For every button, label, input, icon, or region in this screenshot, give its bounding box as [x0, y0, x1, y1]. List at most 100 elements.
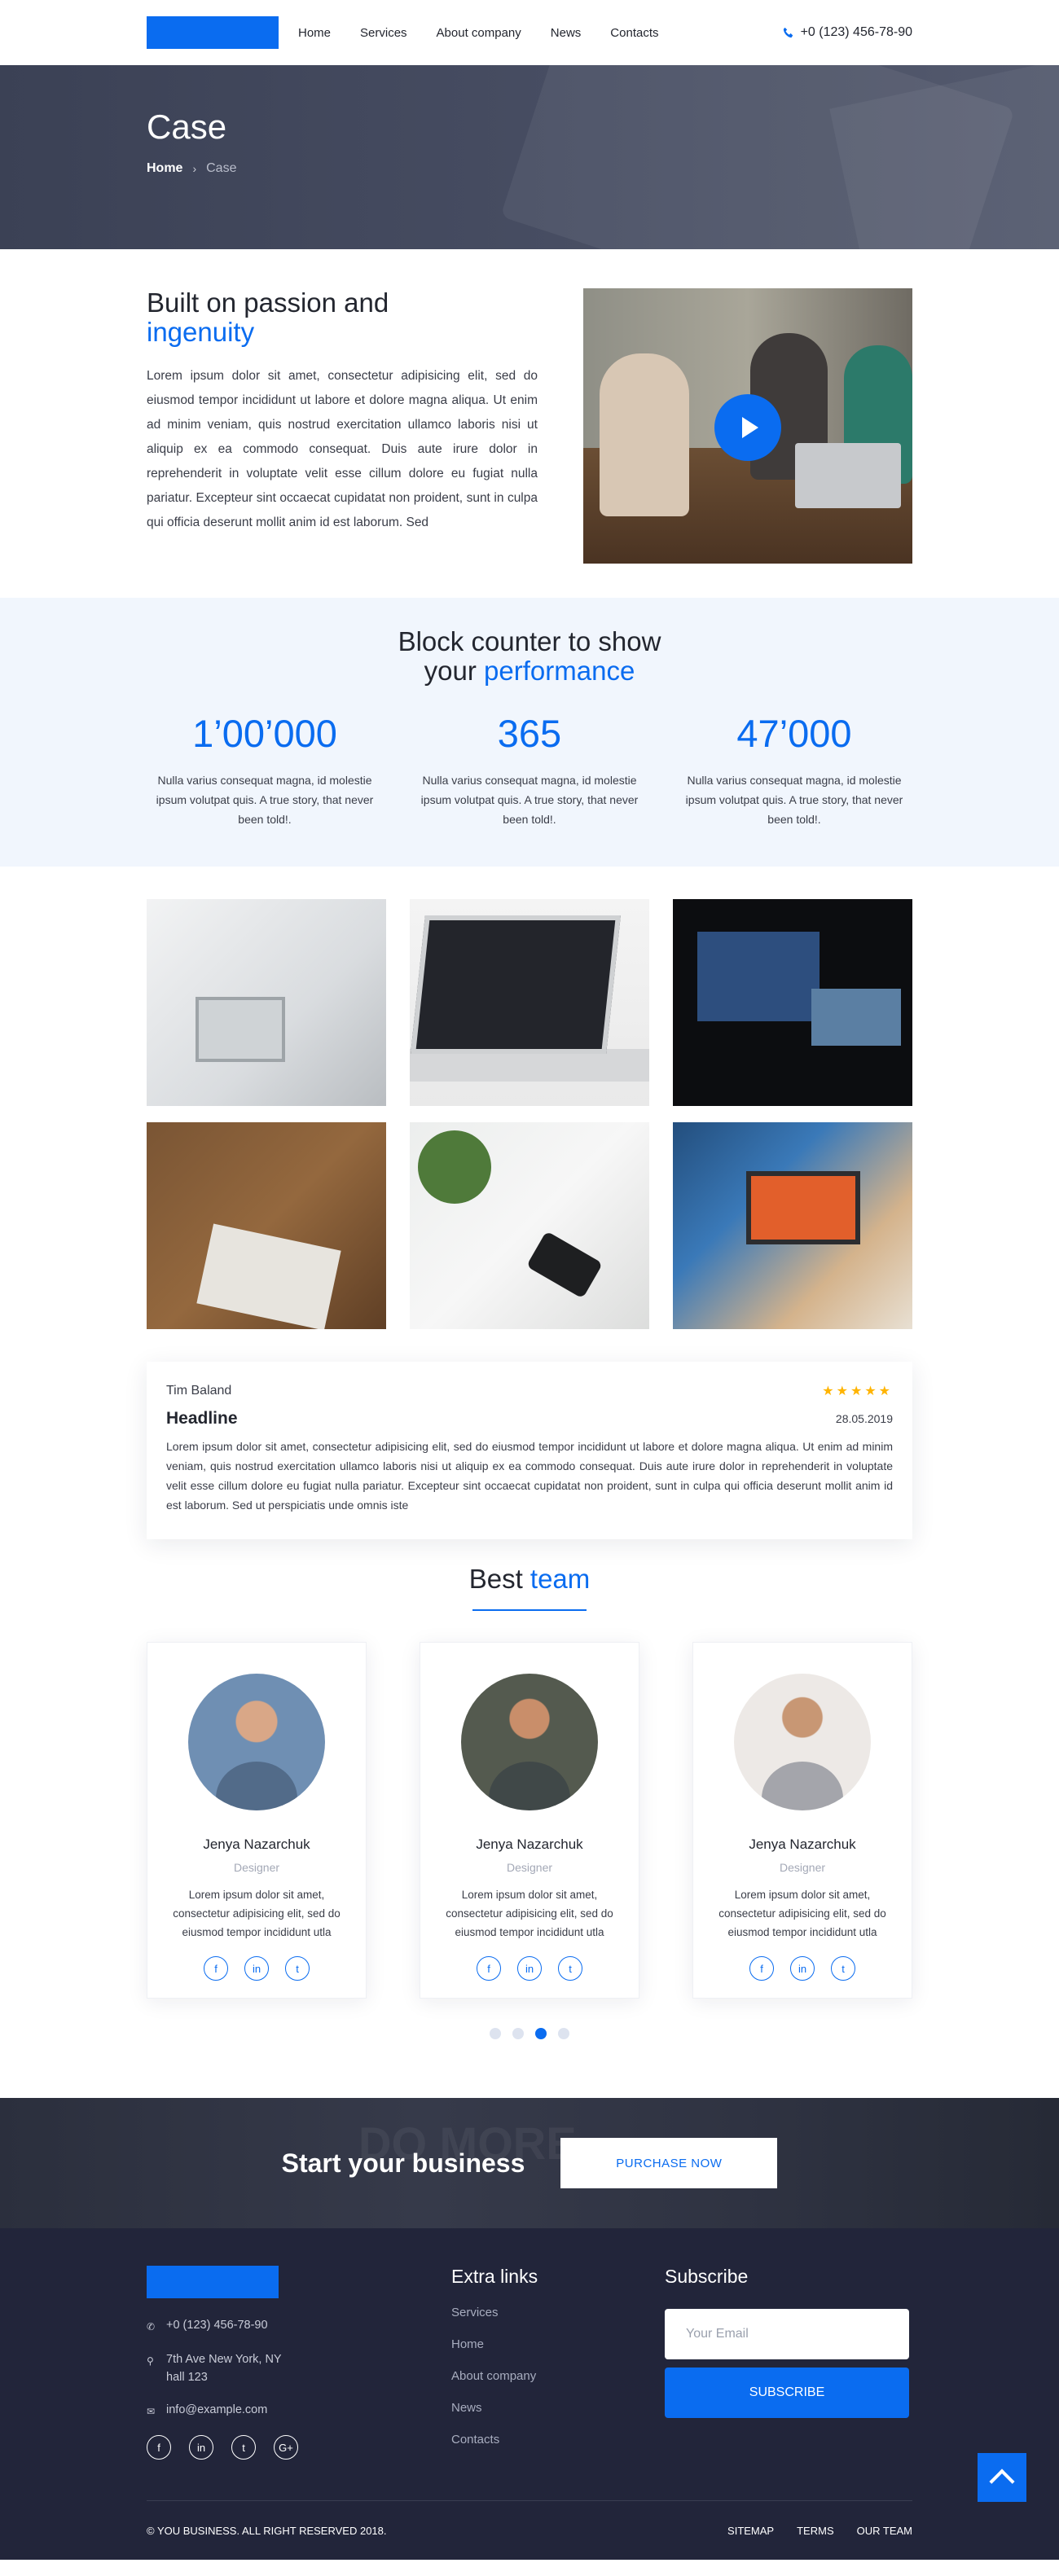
counter-title: Block counter to show your performance: [147, 626, 912, 687]
footer-address-text: 7th Ave New York, NY hall 123: [166, 2353, 282, 2384]
linkedin-icon[interactable]: in: [517, 1956, 542, 1981]
image-detail: [418, 1130, 491, 1204]
gallery-image-wood-table[interactable]: [147, 1122, 386, 1329]
subscribe-button[interactable]: SUBSCRIBE: [665, 2368, 909, 2418]
member-description: Lorem ipsum dolor sit amet, consectetur …: [718, 1889, 886, 1938]
review-card: Tim Baland ★★★★★ Headline 28.05.2019 Lor…: [147, 1362, 912, 1539]
breadcrumb-current: Case: [206, 161, 237, 175]
counter-item: 365 Nulla varius consequat magna, id mol…: [411, 711, 648, 829]
team-section: Best team Jenya Nazarchuk Designer Lorem…: [0, 1539, 1059, 2039]
purchase-now-button[interactable]: PURCHASE NOW: [560, 2138, 778, 2188]
intro-paragraph: Lorem ipsum dolor sit amet, consectetur …: [147, 368, 538, 529]
image-detail: [746, 1171, 860, 1244]
twitter-icon[interactable]: t: [285, 1956, 310, 1981]
linkedin-icon[interactable]: in: [189, 2435, 213, 2460]
counter-title-accent: performance: [484, 656, 635, 687]
location-pin-icon: ⚲: [147, 2355, 154, 2367]
rating-stars-icon: ★★★★★: [822, 1385, 893, 1398]
facebook-icon[interactable]: f: [204, 1956, 228, 1981]
gallery-image-dark-desk[interactable]: [673, 899, 912, 1106]
member-role: Designer: [779, 1861, 826, 1874]
footer-link-sitemap[interactable]: SITEMAP: [727, 2525, 774, 2537]
review-author: Tim Baland: [166, 1384, 232, 1398]
avatar: [188, 1674, 325, 1810]
team-cards: Jenya Nazarchuk Designer Lorem ipsum dol…: [147, 1642, 912, 1999]
twitter-icon[interactable]: t: [231, 2435, 256, 2460]
member-name: Jenya Nazarchuk: [203, 1837, 310, 1852]
image-detail: [410, 1049, 649, 1082]
footer-link-terms[interactable]: TERMS: [797, 2525, 834, 2537]
linkedin-icon[interactable]: in: [790, 1956, 815, 1981]
gallery-image-office[interactable]: [147, 899, 386, 1106]
review-text: Lorem ipsum dolor sit amet, consectetur …: [166, 1440, 893, 1512]
review-date: 28.05.2019: [835, 1412, 893, 1425]
slider-pagination: [147, 2028, 912, 2039]
footer-logo[interactable]: [147, 2266, 279, 2298]
intro-title: Built on passion and ingenuity: [147, 287, 538, 348]
gallery-image-phone-desk[interactable]: [410, 1122, 649, 1329]
facebook-icon[interactable]: f: [749, 1956, 774, 1981]
slider-dot[interactable]: [512, 2028, 524, 2039]
nav-news[interactable]: News: [551, 26, 582, 40]
play-button[interactable]: [714, 394, 781, 461]
email-field[interactable]: [665, 2309, 909, 2359]
google-plus-icon[interactable]: G+: [274, 2435, 298, 2460]
counter-value: 47’000: [736, 711, 852, 755]
footer-phone-text: +0 (123) 456-78-90: [166, 2319, 268, 2332]
facebook-icon[interactable]: f: [147, 2435, 171, 2460]
intro-title-plain: Built on passion and: [147, 287, 389, 318]
chevron-up-icon: [989, 2468, 1015, 2495]
footer-link-services[interactable]: Services: [451, 2306, 665, 2319]
team-card: Jenya Nazarchuk Designer Lorem ipsum dol…: [692, 1642, 912, 1999]
counter-section: Block counter to show your performance 1…: [0, 598, 1059, 867]
footer-link-home[interactable]: Home: [451, 2337, 665, 2351]
footer-link-contacts[interactable]: Contacts: [451, 2433, 665, 2447]
counter-description: Nulla varius consequat magna, id molesti…: [685, 773, 903, 826]
facebook-icon[interactable]: f: [477, 1956, 501, 1981]
intro-title-accent: ingenuity: [147, 317, 255, 348]
footer-link-news[interactable]: News: [451, 2401, 665, 2415]
play-icon: [742, 417, 758, 438]
team-title-accent: team: [530, 1564, 591, 1594]
gallery-image-workspace[interactable]: [673, 1122, 912, 1329]
scroll-to-top-button[interactable]: [978, 2453, 1026, 2502]
footer-bottom-bar: © YOU BUSINESS. ALL RIGHT RESERVED 2018.…: [147, 2501, 912, 2560]
counter-title-line2-plain: your: [424, 656, 485, 687]
member-role: Designer: [506, 1861, 553, 1874]
footer-address: ⚲ 7th Ave New York, NY hall 123: [147, 2350, 451, 2386]
nav-about-company[interactable]: About company: [437, 26, 521, 40]
header-phone-number: +0 (123) 456-78-90: [800, 25, 912, 39]
cta-title: Start your business: [281, 2148, 525, 2178]
page-title: Case: [147, 108, 227, 146]
counter-value: 365: [497, 711, 562, 755]
image-detail: [811, 989, 901, 1046]
footer-phone[interactable]: ✆ +0 (123) 456-78-90: [147, 2316, 451, 2336]
image-detail: [196, 997, 285, 1062]
avatar: [461, 1674, 598, 1810]
logo[interactable]: [147, 16, 279, 49]
page-hero: Case Home › Case: [0, 65, 1059, 249]
header-phone[interactable]: +0 (123) 456-78-90: [783, 25, 912, 40]
slider-dot-active[interactable]: [535, 2028, 547, 2039]
site-footer: ✆ +0 (123) 456-78-90 ⚲ 7th Ave New York, N…: [0, 2228, 1059, 2560]
linkedin-icon[interactable]: in: [244, 1956, 269, 1981]
intro-text-block: Built on passion and ingenuity Lorem ips…: [147, 287, 538, 564]
counter-title-line1: Block counter to show: [398, 626, 661, 656]
counter-item: 47’000 Nulla varius consequat magna, id …: [676, 711, 912, 829]
nav-services[interactable]: Services: [360, 26, 407, 40]
slider-dot[interactable]: [558, 2028, 569, 2039]
twitter-icon[interactable]: t: [558, 1956, 582, 1981]
video-thumbnail[interactable]: [583, 288, 912, 564]
footer-link-our-team[interactable]: OUR TEAM: [857, 2525, 912, 2537]
footer-links: Extra links Services Home About company …: [451, 2266, 665, 2500]
footer-link-about-company[interactable]: About company: [451, 2369, 665, 2383]
breadcrumb-home[interactable]: Home: [147, 161, 182, 176]
nav-contacts[interactable]: Contacts: [610, 26, 658, 40]
twitter-icon[interactable]: t: [831, 1956, 855, 1981]
slider-dot[interactable]: [490, 2028, 501, 2039]
gallery-image-laptop-code[interactable]: [410, 899, 649, 1106]
nav-home[interactable]: Home: [298, 26, 331, 40]
cta-banner: DO MORE. Start your business PURCHASE NO…: [0, 2098, 1059, 2228]
counter-description: Nulla varius consequat magna, id molesti…: [156, 773, 374, 826]
footer-email[interactable]: ✉ info@example.com: [147, 2401, 451, 2420]
